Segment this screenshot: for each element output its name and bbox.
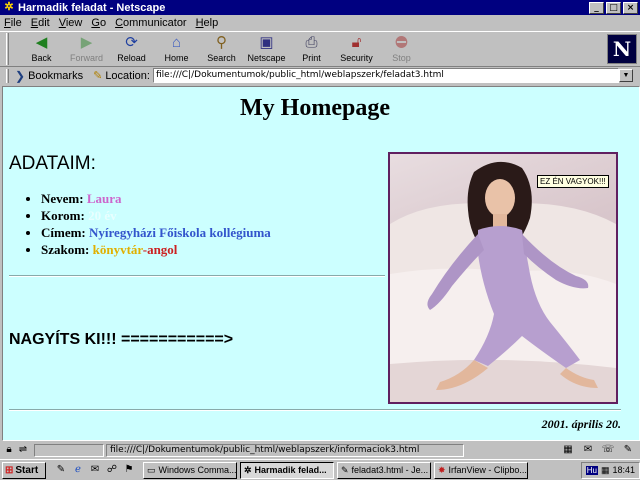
home-button[interactable]: ⌂ Home xyxy=(154,32,199,66)
component-bar-mail-icon[interactable]: ✉ xyxy=(580,444,596,456)
menu-communicator[interactable]: Communicator xyxy=(115,17,187,29)
task-irfanview[interactable]: ✸ IrfanView - Clipbo... xyxy=(434,461,528,479)
reload-button[interactable]: ⟳ Reload xyxy=(109,32,154,66)
connection-icon: ⇌ xyxy=(18,444,28,455)
location-label: Location: xyxy=(105,69,150,82)
menu-go[interactable]: Go xyxy=(91,17,106,29)
forward-button[interactable]: ▶ Forward xyxy=(64,32,109,66)
portrait-photo[interactable] xyxy=(388,152,618,404)
task-netscape[interactable]: ✲ Harmadik felad... xyxy=(240,461,334,479)
print-button[interactable]: ⎙ Print xyxy=(289,32,334,66)
menu-view[interactable]: View xyxy=(59,17,83,29)
toolbar-grip[interactable] xyxy=(6,33,9,65)
status-text: file:///C|/Dokumentumok/public_html/webl… xyxy=(106,443,464,457)
location-toolbar-grip[interactable] xyxy=(6,68,9,83)
search-button[interactable]: ⚲ Search xyxy=(199,32,244,66)
location-input[interactable]: file:///C|/Dokumentumok/public_html/webl… xyxy=(152,68,619,83)
security-button[interactable]: 🔓︎ Security xyxy=(334,32,379,66)
divider-bottom xyxy=(9,409,621,411)
tray-icon[interactable]: ▦ xyxy=(601,465,610,476)
quicklaunch-icon-4[interactable]: ☍ xyxy=(105,463,119,477)
personal-info-list: Nevem: Laura Korom: 20 év Címem: Nyíregy… xyxy=(41,191,271,259)
system-tray: Hu ▦ 18:41 xyxy=(580,461,640,479)
list-item-address: Címem: Nyíregyházi Főiskola kollégiuma xyxy=(41,225,271,241)
windows-taskbar: ⊞ Start ✎ ℯ ✉ ☍ ⚑ ▭ Windows Comma... ✲ Har… xyxy=(0,459,640,480)
netscape-button[interactable]: ▣ Netscape xyxy=(244,32,289,66)
home-icon: ⌂ xyxy=(171,34,182,51)
language-indicator[interactable]: Hu xyxy=(585,465,598,475)
start-button[interactable]: ⊞ Start xyxy=(2,461,46,479)
task-editor[interactable]: ✎ feladat3.html - Je... xyxy=(337,461,431,479)
list-item-name: Nevem: Laura xyxy=(41,191,271,207)
address-value: Nyíregyházi Főiskola kollégiuma xyxy=(89,225,271,240)
major-value-english: angol xyxy=(147,242,178,257)
back-arrow-icon: ◀ xyxy=(35,34,48,51)
search-icon: ⚲ xyxy=(216,34,227,51)
page-content: My Homepage ADATAIM: Nevem: Laura Korom:… xyxy=(2,86,640,441)
page-date: 2001. április 20. xyxy=(541,417,621,431)
close-button[interactable]: × xyxy=(623,1,638,14)
page-title: My Homepage xyxy=(240,95,390,121)
divider-top xyxy=(9,275,385,277)
component-bar-navigator-icon[interactable]: ▦ xyxy=(560,444,576,456)
quicklaunch-icon-3[interactable]: ✉ xyxy=(88,463,102,477)
progress-bar xyxy=(34,443,104,457)
stop-button[interactable]: ⛔︎ Stop xyxy=(379,32,424,66)
reload-icon: ⟳ xyxy=(125,34,138,51)
back-button[interactable]: ◀ Back xyxy=(19,32,64,66)
netscape-guide-icon: ▣ xyxy=(259,34,274,51)
windows-logo-icon: ⊞ xyxy=(5,464,14,476)
navigation-toolbar: ◀ Back ▶ Forward ⟳ Reload ⌂ Home ⚲ Searc… xyxy=(0,31,640,67)
security-lock-icon[interactable]: 🔒︎ xyxy=(2,444,16,456)
major-value-library: könyvtár xyxy=(92,242,143,257)
task-windows-commander[interactable]: ▭ Windows Comma... xyxy=(143,461,237,479)
quicklaunch-icon-5[interactable]: ⚑ xyxy=(122,463,136,477)
photo-tooltip: EZ ÉN VAGYOK!!! xyxy=(537,175,609,188)
list-item-age: Korom: 20 év xyxy=(41,208,271,224)
zoom-prompt-text: NAGYÍTS KI!!! ===========> xyxy=(9,331,234,348)
component-bar-composer-icon[interactable]: ✎ xyxy=(620,444,636,456)
menu-edit[interactable]: Edit xyxy=(31,17,50,29)
quick-launch: ✎ ℯ ✉ ☍ ⚑ xyxy=(54,463,136,477)
stop-icon: ⛔︎ xyxy=(395,34,408,51)
age-value: 20 év xyxy=(88,208,117,223)
quicklaunch-icon-1[interactable]: ✎ xyxy=(54,463,68,477)
quicklaunch-ie-icon[interactable]: ℯ xyxy=(71,463,85,477)
window-icon: ▭ xyxy=(147,464,156,475)
component-bar-discussions-icon[interactable]: ☏ xyxy=(600,444,616,456)
menu-help[interactable]: Help xyxy=(196,17,219,29)
name-value: Laura xyxy=(86,191,122,206)
location-dropdown-button[interactable]: ▼ xyxy=(618,69,633,82)
menu-file[interactable]: File xyxy=(4,17,22,29)
forward-arrow-icon: ▶ xyxy=(80,34,93,51)
status-bar: 🔒︎ ⇌ file:///C|/Dokumentumok/public_html… xyxy=(0,442,640,458)
irfanview-icon: ✸ xyxy=(438,464,446,475)
netscape-icon: ✲ xyxy=(244,464,252,475)
editor-icon: ✎ xyxy=(341,464,349,475)
bookmarks-icon: ❯ xyxy=(15,68,26,83)
bookmarks-button[interactable]: Bookmarks xyxy=(28,70,83,82)
netscape-logo[interactable]: N xyxy=(607,34,637,64)
window-title: Harmadik feladat - Netscape xyxy=(18,1,166,14)
minimize-button[interactable]: _ xyxy=(589,1,604,14)
menu-bar: File Edit View Go Communicator Help xyxy=(0,15,640,31)
clock[interactable]: 18:41 xyxy=(612,465,635,475)
padlock-icon: 🔓︎ xyxy=(351,34,362,51)
maximize-button[interactable]: □ xyxy=(606,1,621,14)
location-toolbar: ❯ Bookmarks ✎ Location: file:///C|/Dokum… xyxy=(0,67,640,84)
title-bar: ✲ Harmadik feladat - Netscape _ □ × xyxy=(0,0,640,15)
netscape-app-icon: ✲ xyxy=(4,1,14,13)
page-proxy-icon[interactable]: ✎ xyxy=(93,69,102,82)
printer-icon: ⎙ xyxy=(305,34,318,51)
section-heading: ADATAIM: xyxy=(9,153,96,174)
list-item-major: Szakom: könyvtár-angol xyxy=(41,242,271,258)
